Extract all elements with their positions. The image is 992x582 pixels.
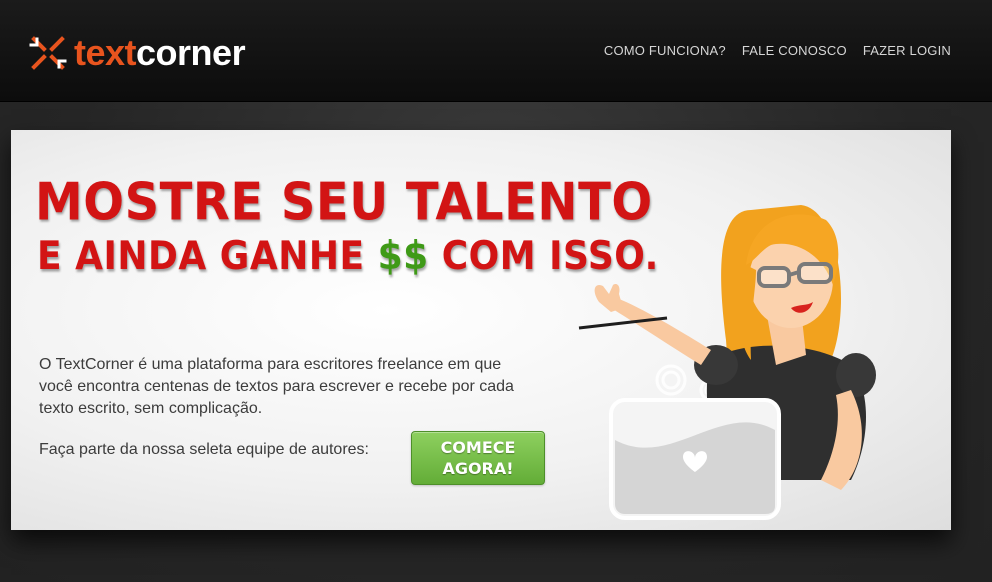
money-symbol: $$ (377, 234, 429, 280)
start-now-button[interactable]: COMECE AGORA! (411, 431, 545, 485)
hero-banner: MOSTRE SEU TALENTO E AINDA GANHE $$ COM … (11, 130, 951, 530)
right-sleeve (836, 353, 876, 397)
nav-login-link[interactable]: FAZER LOGIN (863, 43, 951, 58)
main-nav: COMO FUNCIONA? FALE CONOSCO FAZER LOGIN (604, 43, 951, 58)
hero-description: O TextCorner é uma plataforma para escri… (39, 356, 514, 417)
cta-prompt-text: Faça parte da nossa seleta equipe de aut… (39, 441, 369, 458)
nav-contact-link[interactable]: FALE CONOSCO (742, 43, 847, 58)
nav-how-it-works-link[interactable]: COMO FUNCIONA? (604, 43, 726, 58)
left-arm (611, 298, 711, 365)
logo-mark-icon (29, 36, 67, 70)
textcorner-logo[interactable]: textcorner (28, 30, 246, 76)
writer-woman-illustration (578, 205, 876, 520)
left-hand (594, 284, 623, 312)
top-header: textcorner COMO FUNCIONA? FALE CONOSCO F… (0, 0, 992, 102)
logo-wordmark: textcorner (74, 32, 246, 73)
